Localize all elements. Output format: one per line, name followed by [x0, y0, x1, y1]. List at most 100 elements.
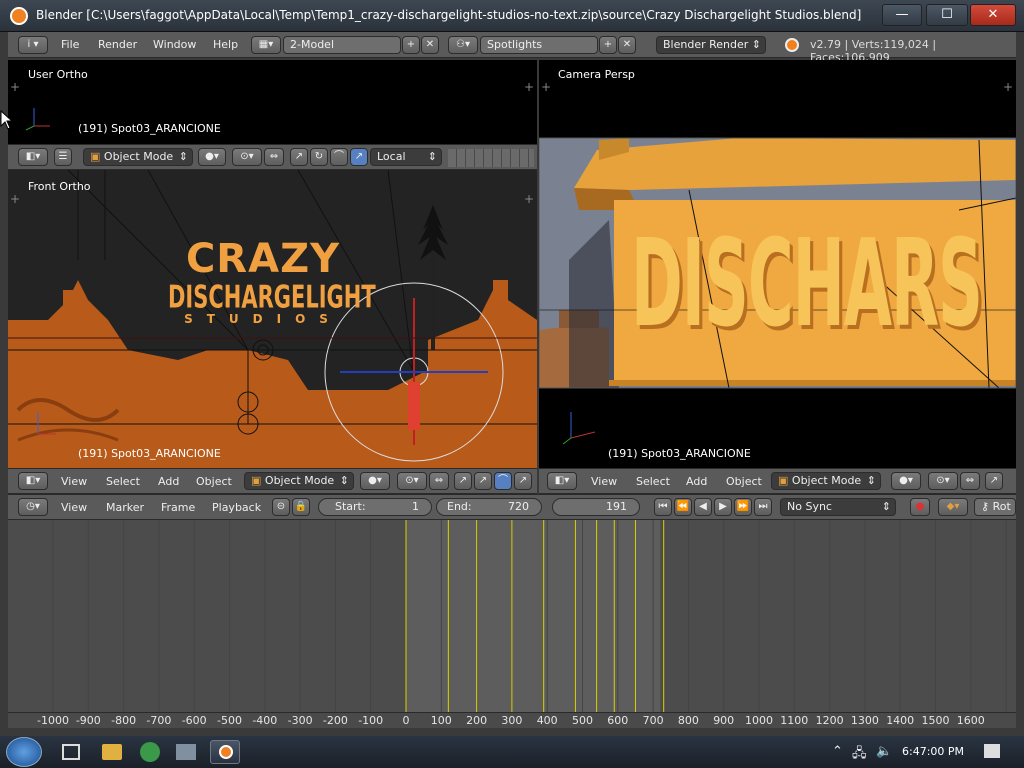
menu-object[interactable]: Object — [196, 475, 232, 488]
interaction-mode-dropdown[interactable]: ▣ Object Mode ⇕ — [244, 472, 354, 490]
add-layout-button[interactable]: + — [402, 36, 420, 54]
front-ortho-viewport[interactable]: CRAZY DISCHARGELIGHT STUDIOS Front Ortho… — [8, 170, 537, 468]
explorer-taskbar-icon[interactable] — [62, 744, 80, 760]
network-tray-icon[interactable]: 🖧 — [852, 744, 867, 766]
end-frame-field[interactable]: End: 720 — [436, 498, 542, 516]
timeline-area[interactable] — [8, 520, 1016, 712]
play-reverse-icon[interactable]: ◀ — [694, 498, 712, 516]
image-viewer-taskbar-icon[interactable] — [176, 744, 196, 760]
translate-manipulator-icon[interactable]: ↗ — [985, 472, 1003, 490]
area-corner-icon[interactable]: + — [10, 80, 20, 94]
editor-type-info-button[interactable]: i ▾ — [18, 36, 48, 54]
screen-layout-icon[interactable]: ▦▾ — [251, 36, 281, 54]
pivot-point-button[interactable]: ⊙▾ — [397, 472, 427, 490]
add-scene-button[interactable]: + — [599, 36, 617, 54]
ruler-tick-label: -1000 — [37, 714, 69, 727]
area-corner-icon[interactable]: + — [524, 192, 534, 206]
layer-buttons[interactable] — [448, 149, 534, 167]
maximize-button[interactable]: ☐ — [926, 4, 968, 26]
start-frame-field[interactable]: Start: 1 — [318, 498, 432, 516]
manipulator-active-icon[interactable]: ↗ — [350, 148, 368, 166]
taskbar-clock[interactable]: 6:47:00 PM — [902, 745, 964, 758]
translate-manipulator-icon[interactable]: ↗ — [290, 148, 308, 166]
record-icon[interactable]: ● — [910, 498, 930, 516]
area-corner-icon[interactable]: + — [541, 80, 551, 94]
start-button[interactable] — [6, 737, 42, 767]
scene-icon[interactable]: ⚇▾ — [448, 36, 478, 54]
lock-icon[interactable]: 🔒 — [292, 498, 310, 516]
editor-type-timeline-button[interactable]: ◷▾ — [18, 498, 48, 516]
action-center-icon[interactable] — [984, 744, 1000, 758]
editor-type-3dview-button[interactable]: ◧▾ — [18, 472, 48, 490]
menu-view[interactable]: View — [61, 501, 87, 514]
sync-mode-dropdown[interactable]: No Sync ⇕ — [780, 498, 896, 516]
manipulator-toggle-icon[interactable]: ⇔ — [264, 148, 284, 166]
browser-taskbar-icon[interactable] — [140, 742, 160, 762]
minimize-button[interactable]: — — [882, 4, 922, 26]
viewport-shading-button[interactable]: ●▾ — [198, 148, 226, 166]
file-manager-taskbar-icon[interactable] — [102, 744, 122, 760]
user-ortho-viewport[interactable]: User Ortho (191) Spot03_ARANCIONE + + — [8, 60, 537, 144]
area-corner-icon[interactable]: + — [524, 80, 534, 94]
editor-type-3dview-button[interactable]: ◧▾ — [547, 472, 577, 490]
interaction-mode-dropdown[interactable]: ▣ Object Mode ⇕ — [83, 148, 193, 166]
menu-frame[interactable]: Frame — [161, 501, 195, 514]
play-icon[interactable]: ▶ — [714, 498, 732, 516]
chevron-updown-icon: ⇕ — [751, 38, 761, 51]
manipulator-active-icon[interactable]: ↗ — [514, 472, 532, 490]
remove-layout-button[interactable]: ✕ — [421, 36, 439, 54]
logo-dischargelight: DISCHARGELIGHT — [168, 279, 376, 315]
menu-add[interactable]: Add — [158, 475, 179, 488]
menu-marker[interactable]: Marker — [106, 501, 144, 514]
rotate-manipulator-icon[interactable]: ↗ — [474, 472, 492, 490]
blender-taskbar-icon[interactable] — [210, 740, 240, 764]
menu-render[interactable]: Render — [98, 38, 137, 51]
camera-persp-viewport[interactable]: DISCHARS Camera Persp (191) Spot03_ARANC… — [539, 60, 1016, 468]
area-corner-icon[interactable]: + — [1003, 80, 1013, 94]
menu-window[interactable]: Window — [153, 38, 196, 51]
scale-manipulator-icon[interactable]: ⌒ — [494, 472, 512, 490]
menu-select[interactable]: Select — [106, 475, 140, 488]
keying-set-field[interactable]: ⚷ Rot — [974, 498, 1016, 516]
menu-view[interactable]: View — [591, 475, 617, 488]
screen-layout-field[interactable]: 2-Model — [283, 36, 401, 54]
area-corner-icon[interactable]: + — [10, 192, 20, 206]
manipulator-toggle-icon[interactable]: ⇔ — [429, 472, 449, 490]
preview-range-icon[interactable]: ⊝ — [272, 498, 290, 516]
menu-select[interactable]: Select — [636, 475, 670, 488]
keying-set-icon[interactable]: ◆▾ — [938, 498, 968, 516]
mouse-cursor-icon — [0, 110, 12, 130]
editor-type-3dview-button[interactable]: ◧▾ — [18, 148, 48, 166]
transform-orientation-dropdown[interactable]: Local ⇕ — [370, 148, 442, 166]
menu-toggle-icon[interactable]: ☰ — [54, 148, 72, 166]
viewport-shading-button[interactable]: ●▾ — [360, 472, 390, 490]
interaction-mode-dropdown[interactable]: ▣ Object Mode ⇕ — [771, 472, 881, 490]
viewport-shading-button[interactable]: ●▾ — [891, 472, 921, 490]
current-frame-field[interactable]: 191 — [552, 498, 640, 516]
scene-field[interactable]: Spotlights — [480, 36, 598, 54]
pivot-point-button[interactable]: ⊙▾ — [928, 472, 958, 490]
menu-playback[interactable]: Playback — [212, 501, 261, 514]
remove-scene-button[interactable]: ✕ — [618, 36, 636, 54]
render-engine-dropdown[interactable]: Blender Render ⇕ — [656, 36, 766, 54]
pivot-point-button[interactable]: ⊙▾ — [232, 148, 262, 166]
jump-end-icon[interactable]: ⏭ — [754, 498, 772, 516]
menu-file[interactable]: File — [61, 38, 79, 51]
jump-next-key-icon[interactable]: ⏩ — [734, 498, 752, 516]
menu-help[interactable]: Help — [213, 38, 238, 51]
close-button[interactable]: ✕ — [970, 4, 1016, 26]
menu-object[interactable]: Object — [726, 475, 762, 488]
jump-prev-key-icon[interactable]: ⏪ — [674, 498, 692, 516]
rotate-manipulator-icon[interactable]: ↻ — [310, 148, 328, 166]
tray-arrow-icon[interactable]: ⌃ — [832, 744, 843, 759]
scale-manipulator-icon[interactable]: ⌒ — [330, 148, 348, 166]
menu-add[interactable]: Add — [686, 475, 707, 488]
volume-tray-icon[interactable]: 🔈 — [876, 744, 892, 759]
frame-ruler[interactable]: -1000 -900 -800 -700 -600 -500 -400 -300 -200 -10… — [8, 712, 1016, 728]
ruler-tick-label: 1600 — [956, 714, 985, 727]
menu-view[interactable]: View — [61, 475, 87, 488]
translate-manipulator-icon[interactable]: ↗ — [454, 472, 472, 490]
jump-start-icon[interactable]: ⏮ — [654, 498, 672, 516]
chevron-updown-icon: ⇕ — [866, 474, 876, 487]
manipulator-toggle-icon[interactable]: ⇔ — [960, 472, 980, 490]
